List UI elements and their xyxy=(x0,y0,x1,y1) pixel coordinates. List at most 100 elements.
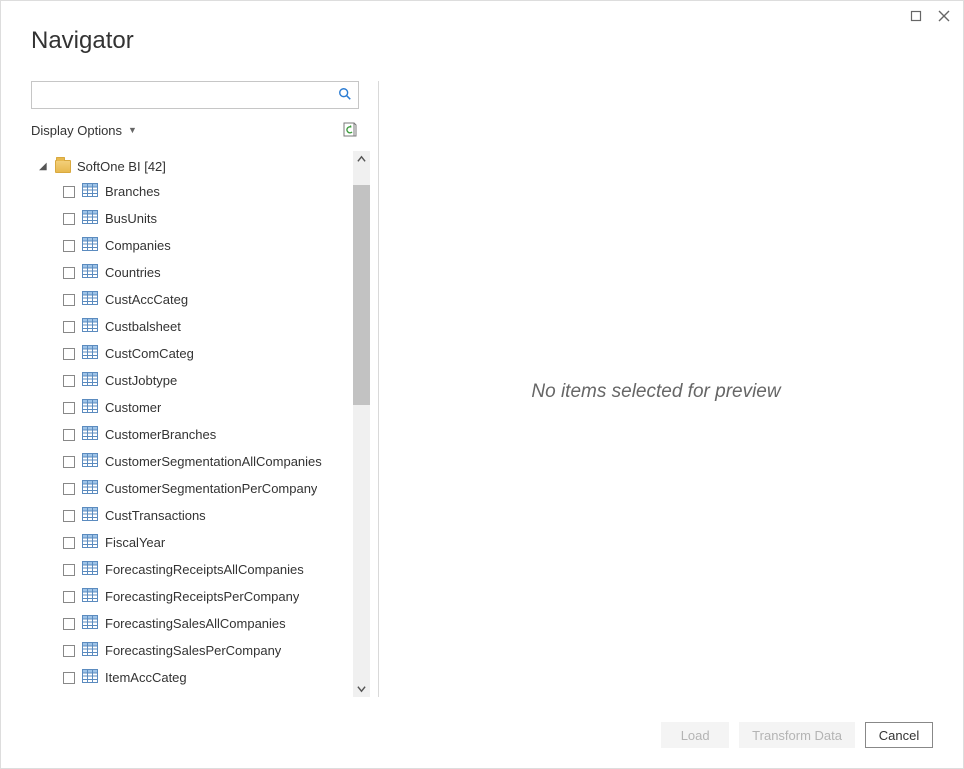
tree-item[interactable]: CustComCateg xyxy=(31,340,353,367)
caret-down-icon: ◢ xyxy=(39,161,49,172)
tree-item-label: Customer xyxy=(105,400,161,415)
tree-item-label: CustJobtype xyxy=(105,373,177,388)
tree-item-label: CustomerSegmentationPerCompany xyxy=(105,481,317,496)
checkbox[interactable] xyxy=(63,483,75,495)
table-icon xyxy=(82,372,98,389)
vertical-scrollbar[interactable] xyxy=(353,151,370,697)
dialog-footer: Load Transform Data Cancel xyxy=(1,702,963,768)
tree-item[interactable]: CustJobtype xyxy=(31,367,353,394)
tree-item[interactable]: ForecastingSalesAllCompanies xyxy=(31,610,353,637)
table-icon xyxy=(82,642,98,659)
tree-item-label: Custbalsheet xyxy=(105,319,181,334)
tree-item[interactable]: CustomerSegmentationPerCompany xyxy=(31,475,353,502)
tree-item-label: ForecastingSalesPerCompany xyxy=(105,643,281,658)
checkbox[interactable] xyxy=(63,321,75,333)
tree-item[interactable]: ForecastingReceiptsPerCompany xyxy=(31,583,353,610)
scroll-down-button[interactable] xyxy=(353,680,370,697)
tree-item[interactable]: CustTransactions xyxy=(31,502,353,529)
checkbox[interactable] xyxy=(63,564,75,576)
cancel-button[interactable]: Cancel xyxy=(865,722,933,748)
tree-item-label: Countries xyxy=(105,265,161,280)
close-button[interactable] xyxy=(935,7,953,25)
tree-item-label: CustomerSegmentationAllCompanies xyxy=(105,454,322,469)
tree-item-label: ForecastingReceiptsPerCompany xyxy=(105,589,299,604)
tree-item-label: CustAccCateg xyxy=(105,292,188,307)
tree-item[interactable]: CustAccCateg xyxy=(31,286,353,313)
display-options-label: Display Options xyxy=(31,123,122,138)
search-icon[interactable] xyxy=(338,87,352,104)
table-icon xyxy=(82,291,98,308)
preview-empty-message: No items selected for preview xyxy=(531,381,780,403)
checkbox[interactable] xyxy=(63,591,75,603)
checkbox[interactable] xyxy=(63,456,75,468)
load-button[interactable]: Load xyxy=(661,722,729,748)
tree-item[interactable]: ForecastingSalesPerCompany xyxy=(31,637,353,664)
table-icon xyxy=(82,237,98,254)
refresh-button[interactable] xyxy=(341,121,359,139)
scroll-up-button[interactable] xyxy=(353,151,370,168)
dialog-header: Navigator xyxy=(1,1,963,61)
navigator-dialog: Navigator Display Options ▼ xyxy=(0,0,964,769)
tree-item-label: BusUnits xyxy=(105,211,157,226)
checkbox[interactable] xyxy=(63,213,75,225)
table-icon xyxy=(82,480,98,497)
tree-container: ◢ SoftOne BI [42] Branches BusUnits Compan… xyxy=(31,151,370,697)
table-icon xyxy=(82,615,98,632)
tree-item[interactable]: Custbalsheet xyxy=(31,313,353,340)
tree-root-node[interactable]: ◢ SoftOne BI [42] xyxy=(31,154,353,178)
display-options-dropdown[interactable]: Display Options ▼ xyxy=(31,123,137,138)
table-icon xyxy=(82,399,98,416)
table-icon xyxy=(82,345,98,362)
tree-item[interactable]: Customer xyxy=(31,394,353,421)
checkbox[interactable] xyxy=(63,402,75,414)
tree-item[interactable]: CustomerBranches xyxy=(31,421,353,448)
tree-item-label: ForecastingSalesAllCompanies xyxy=(105,616,286,631)
checkbox[interactable] xyxy=(63,267,75,279)
scroll-thumb[interactable] xyxy=(353,185,370,405)
tree-root-label: SoftOne BI [42] xyxy=(77,159,166,174)
tree-item[interactable]: BusUnits xyxy=(31,205,353,232)
checkbox[interactable] xyxy=(63,510,75,522)
tree-item-label: ForecastingReceiptsAllCompanies xyxy=(105,562,304,577)
tree-item[interactable]: ForecastingReceiptsAllCompanies xyxy=(31,556,353,583)
tree-item[interactable]: ItemAccCateg xyxy=(31,664,353,691)
checkbox[interactable] xyxy=(63,240,75,252)
chevron-down-icon: ▼ xyxy=(128,125,137,135)
checkbox[interactable] xyxy=(63,348,75,360)
checkbox[interactable] xyxy=(63,618,75,630)
checkbox[interactable] xyxy=(63,294,75,306)
table-icon xyxy=(82,507,98,524)
maximize-button[interactable] xyxy=(907,7,925,25)
dialog-body: Display Options ▼ ◢ xyxy=(1,61,963,702)
transform-data-button[interactable]: Transform Data xyxy=(739,722,855,748)
preview-pane: No items selected for preview xyxy=(379,81,933,702)
tree-item-label: FiscalYear xyxy=(105,535,165,550)
table-icon xyxy=(82,561,98,578)
search-box[interactable] xyxy=(31,81,359,109)
table-icon xyxy=(82,669,98,686)
table-icon xyxy=(82,588,98,605)
checkbox[interactable] xyxy=(63,537,75,549)
table-icon xyxy=(82,453,98,470)
tree-item[interactable]: Countries xyxy=(31,259,353,286)
table-icon xyxy=(82,183,98,200)
checkbox[interactable] xyxy=(63,672,75,684)
search-input[interactable] xyxy=(40,87,338,104)
checkbox[interactable] xyxy=(63,429,75,441)
table-icon xyxy=(82,318,98,335)
navigator-left-pane: Display Options ▼ ◢ xyxy=(31,81,379,697)
tree-item[interactable]: Branches xyxy=(31,178,353,205)
tree-item[interactable]: CustomerSegmentationAllCompanies xyxy=(31,448,353,475)
table-icon xyxy=(82,534,98,551)
checkbox[interactable] xyxy=(63,375,75,387)
checkbox[interactable] xyxy=(63,645,75,657)
tree-item-label: ItemAccCateg xyxy=(105,670,187,685)
tree-item[interactable]: Companies xyxy=(31,232,353,259)
tree-item-label: Branches xyxy=(105,184,160,199)
table-icon xyxy=(82,210,98,227)
tree-item-label: Companies xyxy=(105,238,171,253)
tree-item[interactable]: FiscalYear xyxy=(31,529,353,556)
folder-icon xyxy=(55,160,71,173)
options-row: Display Options ▼ xyxy=(31,121,359,139)
checkbox[interactable] xyxy=(63,186,75,198)
